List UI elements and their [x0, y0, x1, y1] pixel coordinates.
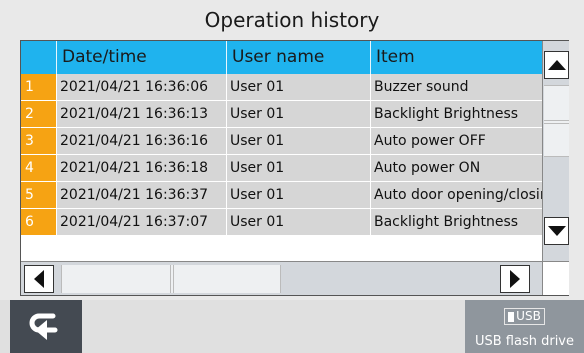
return-arrow-icon — [29, 313, 58, 340]
usb-badge: USB — [504, 308, 545, 325]
usb-flash-drive-button[interactable]: USB USB flash drive — [465, 300, 584, 353]
cell-user: User 01 — [227, 74, 371, 100]
vertical-scrollbar[interactable] — [542, 41, 569, 261]
row-number: 2 — [21, 101, 57, 127]
header-date: Date/time — [57, 41, 227, 74]
cell-item: Auto power OFF — [371, 128, 542, 154]
cell-date: 2021/04/21 16:36:37 — [57, 182, 227, 208]
arrow-right-icon — [510, 270, 520, 288]
row-number: 4 — [21, 155, 57, 181]
cell-item: Backlight Brightness — [371, 101, 542, 127]
cell-date: 2021/04/21 16:37:07 — [57, 209, 227, 235]
cell-item: Auto power ON — [371, 155, 542, 181]
horizontal-scrollbar[interactable] — [21, 261, 542, 295]
header-num — [21, 41, 57, 74]
row-number: 6 — [21, 209, 57, 235]
table-row[interactable]: 2 2021/04/21 16:36:13 User 01 Backlight … — [21, 101, 542, 128]
row-number: 1 — [21, 74, 57, 100]
history-table: Date/time User name Item 1 2021/04/21 16… — [20, 40, 569, 296]
cell-date: 2021/04/21 16:36:16 — [57, 128, 227, 154]
table-body: 1 2021/04/21 16:36:06 User 01 Buzzer sou… — [21, 74, 542, 236]
cell-user: User 01 — [227, 155, 371, 181]
usb-plug-icon — [508, 311, 515, 322]
cell-date: 2021/04/21 16:36:06 — [57, 74, 227, 100]
header-item: Item — [376, 47, 415, 67]
cell-user: User 01 — [227, 128, 371, 154]
scroll-up-button[interactable] — [544, 51, 569, 79]
arrow-up-icon — [547, 60, 566, 70]
page-title: Operation history — [204, 8, 380, 32]
cell-user: User 01 — [227, 101, 371, 127]
table-row[interactable]: 1 2021/04/21 16:36:06 User 01 Buzzer sou… — [21, 74, 542, 101]
cell-date: 2021/04/21 16:36:13 — [57, 101, 227, 127]
arrow-down-icon — [547, 226, 566, 236]
header-user: User name — [227, 41, 371, 74]
horizontal-scroll-thumb[interactable] — [61, 265, 281, 293]
cell-date: 2021/04/21 16:36:18 — [57, 155, 227, 181]
scrollbar-corner — [542, 261, 569, 295]
grip-icon — [544, 120, 569, 124]
row-number: 3 — [21, 128, 57, 154]
cell-item: Buzzer sound — [371, 74, 542, 100]
cell-user: User 01 — [227, 182, 371, 208]
cell-user: User 01 — [227, 209, 371, 235]
table-row[interactable]: 3 2021/04/21 16:36:16 User 01 Auto power… — [21, 128, 542, 155]
scroll-right-button[interactable] — [500, 265, 530, 293]
vertical-scroll-thumb[interactable] — [544, 85, 569, 157]
table-row[interactable]: 5 2021/04/21 16:36:37 User 01 Auto door … — [21, 182, 542, 209]
scroll-left-button[interactable] — [24, 265, 54, 293]
arrow-left-icon — [34, 270, 44, 288]
cell-item: Backlight Brightness — [371, 209, 542, 235]
scroll-down-button[interactable] — [544, 217, 569, 245]
grip-icon — [170, 265, 174, 293]
back-button[interactable] — [10, 300, 82, 353]
usb-button-label: USB flash drive — [474, 333, 575, 349]
table-row[interactable]: 4 2021/04/21 16:36:18 User 01 Auto power… — [21, 155, 542, 182]
table-header: Date/time User name Item — [21, 41, 542, 74]
table-row[interactable]: 6 2021/04/21 16:37:07 User 01 Backlight … — [21, 209, 542, 236]
row-number: 5 — [21, 182, 57, 208]
cell-item: Auto door opening/closing — [371, 182, 542, 208]
usb-badge-text: USB — [516, 309, 541, 323]
